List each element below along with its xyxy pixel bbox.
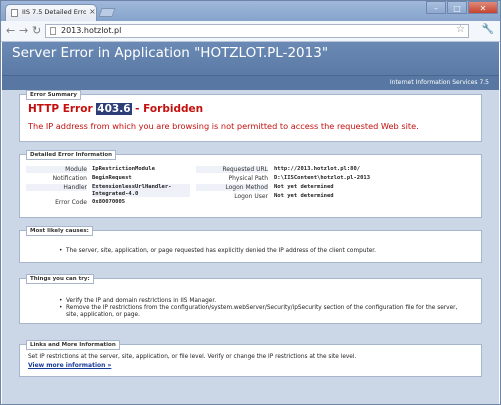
detail-label: Error Code (55, 199, 87, 206)
error-description: The IP address from which you are browsi… (28, 121, 419, 131)
back-arrow-icon[interactable]: ← (6, 24, 15, 38)
detail-row: Logon Method Not yet determined (196, 184, 476, 193)
reload-icon[interactable]: ↻ (32, 24, 41, 38)
detailed-error-title: Detailed Error Information (26, 150, 117, 160)
detail-value: Not yet determined (274, 193, 334, 199)
detail-label: Physical Path (228, 175, 269, 182)
navigation-toolbar: ← → ↻ 2013.hotzlot.pl ☆ 🔧 (1, 21, 500, 42)
error-summary-panel: Error Summary HTTP Error 403.6 - Forbidd… (19, 90, 482, 142)
detail-value: D:\IISContent\hotzlot.pl-2013 (274, 175, 371, 181)
links-description: Set IP restrictions at the server, site,… (28, 354, 357, 360)
close-window-button[interactable]: ✕ (468, 1, 498, 14)
detail-value: http://2013.hotzlot.pl:80/ (274, 166, 361, 172)
try-panel: Things you can try: Verify the IP and do… (19, 274, 482, 324)
tab-close-icon[interactable]: × (89, 7, 96, 16)
http-error-heading: HTTP Error 403.6 - Forbidden (28, 103, 203, 115)
tab-strip: IIS 7.5 Detailed Error - 403... × – □ ✕ (1, 1, 500, 21)
http-error-status: - Forbidden (131, 103, 204, 115)
detail-table-right: Requested URL http://2013.hotzlot.pl:80/… (196, 166, 476, 202)
new-tab-button[interactable] (98, 8, 116, 17)
detail-row: Physical Path D:\IISContent\hotzlot.pl-2… (196, 175, 476, 184)
detail-row: Requested URL http://2013.hotzlot.pl:80/ (196, 166, 476, 175)
http-error-prefix: HTTP Error (28, 103, 93, 115)
detail-value: 0x80070005 (92, 199, 126, 205)
try-title: Things you can try: (26, 274, 94, 284)
detail-row: Logon User Not yet determined (196, 193, 476, 202)
detail-row: Module IpRestrictionModule (26, 166, 196, 175)
bookmark-star-icon[interactable]: ☆ (456, 24, 465, 35)
page-favicon-icon (11, 9, 18, 17)
detail-label: Handler (26, 184, 87, 191)
page-content: Server Error in Application "HOTZLOT.PL-… (2, 42, 499, 404)
detail-value: IpRestrictionModule (92, 166, 155, 172)
detail-row: Notification BeginRequest (26, 175, 196, 184)
detail-label: Logon Method (196, 184, 268, 191)
list-item: The server, site, application, or page r… (59, 248, 376, 255)
detail-value: BeginRequest (92, 175, 132, 181)
causes-title: Most likely causes: (26, 226, 93, 236)
detail-row: Handler ExtensionlessUrlHandler-Integrat… (26, 184, 196, 199)
causes-panel: Most likely causes: The server, site, ap… (19, 226, 482, 263)
page-subheader: Internet Information Services 7.5 (2, 76, 499, 90)
maximize-button[interactable]: □ (447, 1, 467, 14)
browser-tab[interactable]: IIS 7.5 Detailed Error - 403... × (5, 4, 97, 21)
detailed-error-panel: Detailed Error Information Module IpRest… (19, 150, 482, 218)
product-name: Internet Information Services 7.5 (389, 79, 489, 86)
detail-value: Not yet determined (274, 184, 334, 190)
detail-value: ExtensionlessUrlHandler-Integrated-4.0 (92, 184, 190, 197)
error-summary-title: Error Summary (26, 90, 81, 100)
view-more-information-link[interactable]: View more information » (28, 362, 111, 369)
links-panel: Links and More Information Set IP restri… (19, 340, 482, 377)
detail-table-left: Module IpRestrictionModule Notification … (26, 166, 196, 208)
minimize-button[interactable]: – (426, 1, 446, 14)
page-header: Server Error in Application "HOTZLOT.PL-… (2, 42, 499, 76)
list-item: Verify the IP and domain restrictions in… (59, 298, 471, 305)
address-bar[interactable]: 2013.hotzlot.pl ☆ (45, 24, 469, 38)
list-item: Remove the IP restrictions from the conf… (59, 305, 471, 319)
wrench-menu-icon[interactable]: 🔧 (482, 24, 494, 35)
detail-label: Logon User (234, 193, 268, 200)
forward-arrow-icon[interactable]: → (19, 24, 28, 38)
detail-label: Requested URL (196, 166, 268, 173)
tab-title: IIS 7.5 Detailed Error - 403... (22, 8, 86, 16)
address-url: 2013.hotzlot.pl (61, 26, 122, 35)
page-icon (50, 27, 56, 35)
browser-window: IIS 7.5 Detailed Error - 403... × – □ ✕ … (0, 0, 501, 405)
detail-row: Error Code 0x80070005 (26, 199, 196, 208)
detail-label: Module (26, 166, 87, 173)
http-error-code: 403.6 (96, 103, 132, 115)
links-title: Links and More Information (26, 340, 120, 350)
window-controls: – □ ✕ (425, 1, 498, 15)
detail-label: Notification (52, 175, 87, 182)
page-title: Server Error in Application "HOTZLOT.PL-… (12, 45, 329, 61)
